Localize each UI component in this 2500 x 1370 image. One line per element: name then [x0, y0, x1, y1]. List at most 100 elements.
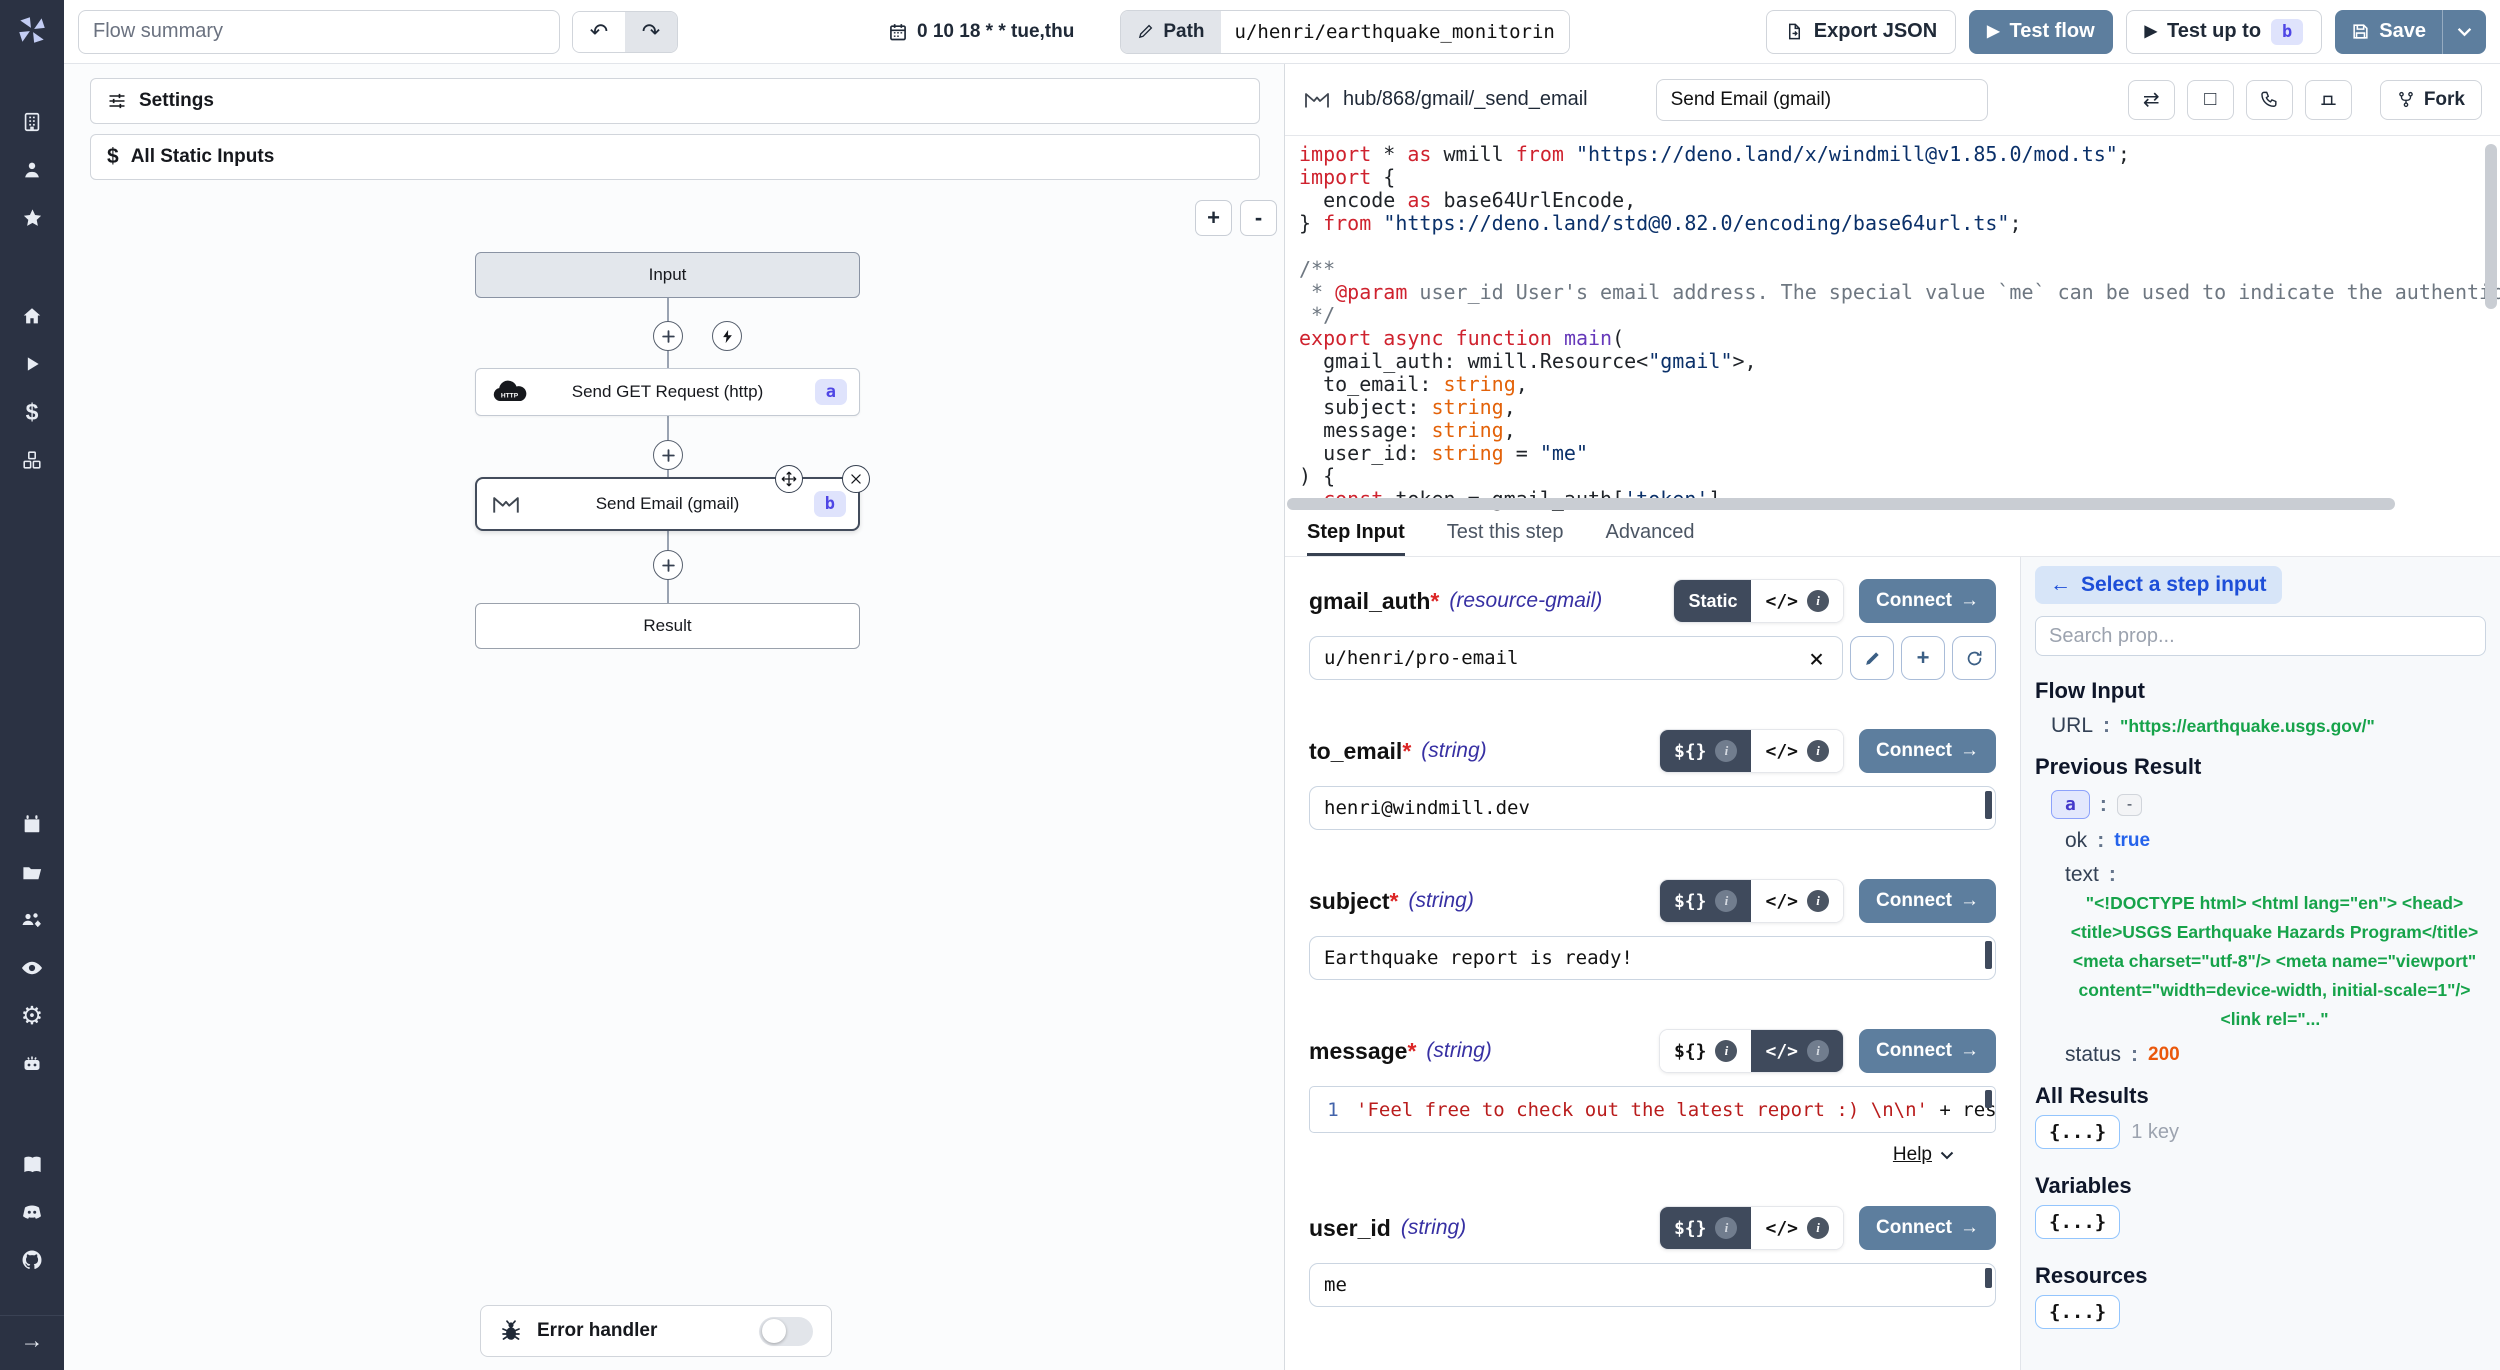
- all-static-inputs-button[interactable]: $ All Static Inputs: [90, 134, 1260, 180]
- input-scroll-thumb: [1985, 1268, 1992, 1288]
- step-summary-input[interactable]: [1656, 79, 1988, 121]
- step-a-badge[interactable]: a: [2051, 790, 2090, 819]
- tab-test-this-step[interactable]: Test this step: [1447, 521, 1564, 556]
- prop-row-status[interactable]: status: 200: [2065, 1043, 2486, 1067]
- robot-icon[interactable]: [0, 1040, 64, 1088]
- prop-row-ok[interactable]: ok: true: [2065, 829, 2486, 853]
- connect-button[interactable]: Connect→: [1859, 879, 1996, 923]
- add-step-button[interactable]: [653, 440, 683, 470]
- runs-play-icon[interactable]: [0, 340, 64, 388]
- mode-static[interactable]: Static: [1674, 580, 1751, 622]
- schedule-indicator[interactable]: 0 10 18 * * tue,thu: [888, 21, 1074, 43]
- test-flow-button[interactable]: ▶ Test flow: [1969, 10, 2113, 54]
- home-icon[interactable]: [0, 292, 64, 340]
- add-step-button[interactable]: [653, 550, 683, 580]
- user-icon[interactable]: [0, 146, 64, 194]
- call-button[interactable]: [2246, 80, 2293, 120]
- prop-text-value[interactable]: "<!DOCTYPE html> <html lang="en"> <head>…: [2069, 889, 2480, 1033]
- mode-code[interactable]: </>i: [1751, 1207, 1843, 1249]
- tab-advanced[interactable]: Advanced: [1605, 521, 1694, 556]
- connect-button[interactable]: Connect→: [1859, 579, 1996, 623]
- flow-summary-input[interactable]: [78, 10, 560, 54]
- collapse-badge[interactable]: -: [2117, 794, 2142, 816]
- variables-dollar-icon[interactable]: $: [0, 388, 64, 436]
- audit-eye-icon[interactable]: [0, 944, 64, 992]
- fork-button[interactable]: Fork: [2380, 80, 2482, 120]
- all-results-object-badge[interactable]: {...}: [2035, 1115, 2120, 1149]
- expand-sidebar-arrow-icon[interactable]: →: [0, 1316, 64, 1364]
- code-horizontal-scrollbar[interactable]: [1287, 498, 2395, 510]
- mode-template[interactable]: ${}i: [1660, 730, 1752, 772]
- delete-node-button[interactable]: [842, 465, 870, 493]
- flow-node-result[interactable]: Result: [475, 603, 860, 649]
- settings-gear-icon[interactable]: ⚙: [0, 992, 64, 1040]
- connect-button[interactable]: Connect→: [1859, 1029, 1996, 1073]
- edit-resource-button[interactable]: [1850, 636, 1894, 680]
- prop-row-text[interactable]: text:: [2065, 863, 2486, 887]
- flow-settings-button[interactable]: Settings: [90, 78, 1260, 124]
- docs-book-icon[interactable]: [0, 1140, 64, 1188]
- mode-template[interactable]: ${}i: [1660, 880, 1752, 922]
- variables-object-badge[interactable]: {...}: [2035, 1205, 2120, 1239]
- mode-code[interactable]: </>i: [1751, 580, 1843, 622]
- flow-node-http[interactable]: HTTP Send GET Request (http) a: [475, 368, 860, 416]
- resources-object-badge[interactable]: {...}: [2035, 1295, 2120, 1329]
- refresh-resource-button[interactable]: [1952, 636, 1996, 680]
- discord-icon[interactable]: [0, 1188, 64, 1236]
- panel-button[interactable]: [2305, 80, 2352, 120]
- add-step-button[interactable]: [653, 321, 683, 351]
- field-label: subject: [1309, 888, 1390, 915]
- field-label: message: [1309, 1038, 1407, 1065]
- connect-button[interactable]: Connect→: [1859, 729, 1996, 773]
- mode-code[interactable]: </>i: [1751, 1030, 1843, 1072]
- code-editor[interactable]: import * as wmill from "https://deno.lan…: [1285, 135, 2500, 515]
- mode-template[interactable]: ${}i: [1660, 1207, 1752, 1249]
- error-handler-toggle[interactable]: [759, 1317, 813, 1346]
- save-dropdown-button[interactable]: [2442, 10, 2486, 54]
- mode-code[interactable]: </>i: [1751, 730, 1843, 772]
- to-email-input[interactable]: henri@windmill.dev: [1309, 786, 1996, 830]
- error-handler-bar[interactable]: Error handler: [480, 1305, 832, 1357]
- prop-row-url[interactable]: URL: "https://earthquake.usgs.gov/": [2051, 714, 2486, 738]
- help-link[interactable]: Help: [1893, 1144, 1932, 1166]
- test-up-to-button[interactable]: ▶ Test up to b: [2126, 10, 2323, 54]
- schedules-calendar-icon[interactable]: [0, 800, 64, 848]
- undo-button[interactable]: ↶: [573, 12, 625, 52]
- flow-node-gmail-selected[interactable]: Send Email (gmail) b: [475, 477, 860, 531]
- box-button[interactable]: □: [2187, 80, 2234, 120]
- message-code-editor[interactable]: 1 'Feel free to check out the latest rep…: [1309, 1086, 1996, 1133]
- add-resource-button[interactable]: +: [1901, 636, 1945, 680]
- redo-button[interactable]: ↷: [625, 12, 677, 52]
- groups-icon[interactable]: [0, 896, 64, 944]
- subject-input[interactable]: Earthquake report is ready!: [1309, 936, 1996, 980]
- windmill-logo-icon[interactable]: [0, 0, 64, 60]
- swap-button[interactable]: ⇄: [2128, 80, 2175, 120]
- github-icon[interactable]: [0, 1236, 64, 1284]
- move-node-button[interactable]: [775, 465, 803, 493]
- resources-cubes-icon[interactable]: [0, 436, 64, 484]
- clear-icon[interactable]: ×: [1809, 646, 1828, 671]
- trigger-bolt-button[interactable]: [712, 321, 742, 351]
- tab-step-input[interactable]: Step Input: [1307, 521, 1405, 556]
- prop-row-a[interactable]: a: -: [2051, 790, 2486, 819]
- connect-button[interactable]: Connect→: [1859, 1206, 1996, 1250]
- code-vertical-scrollbar[interactable]: [2485, 144, 2497, 309]
- plus-icon: +: [1917, 645, 1930, 671]
- save-button[interactable]: Save: [2335, 10, 2442, 54]
- path-chip[interactable]: Path u/henri/earthquake_monitorin: [1120, 10, 1569, 54]
- mode-template[interactable]: ${}i: [1660, 1030, 1752, 1072]
- zoom-out-button[interactable]: -: [1240, 200, 1277, 236]
- folders-icon[interactable]: [0, 848, 64, 896]
- flow-node-input[interactable]: Input: [475, 252, 860, 298]
- mode-code[interactable]: </>i: [1751, 880, 1843, 922]
- props-panel: ← Select a step input Flow Input URL: "h…: [2020, 557, 2500, 1370]
- export-json-button[interactable]: Export JSON: [1766, 10, 1956, 54]
- gmail-auth-input[interactable]: u/henri/pro-email ×: [1309, 636, 1843, 680]
- workspace-icon[interactable]: [0, 98, 64, 146]
- user-id-input[interactable]: me: [1309, 1263, 1996, 1307]
- step-badge: b: [2271, 19, 2303, 45]
- select-step-input-chip[interactable]: ← Select a step input: [2035, 566, 2282, 604]
- favorites-star-icon[interactable]: [0, 194, 64, 242]
- zoom-in-button[interactable]: +: [1195, 200, 1232, 236]
- search-prop-input[interactable]: [2035, 616, 2486, 656]
